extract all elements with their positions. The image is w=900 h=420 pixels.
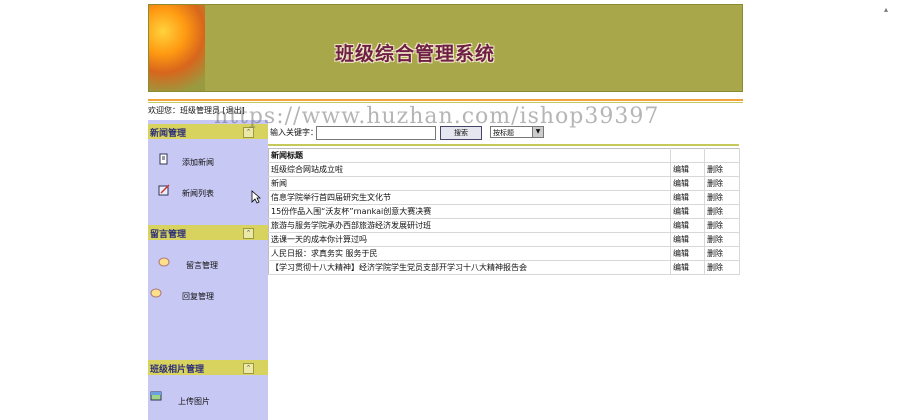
sidebar-item-upload-picture[interactable]: 上传图片 <box>148 390 268 406</box>
divider <box>268 144 739 146</box>
page-add-icon <box>159 153 168 165</box>
edit-link[interactable]: 编辑 <box>670 218 705 233</box>
sidebar-item-messages[interactable]: 留言管理 <box>148 256 268 272</box>
select-value: 按标题 <box>493 129 514 137</box>
table-row: 15份作品入围“沃友杯”rnankai创意大赛决赛 编辑 删除 <box>268 204 740 219</box>
section-title: 留言管理 <box>150 230 187 240</box>
delete-link[interactable]: 删除 <box>704 260 740 275</box>
system-title: 班级综合管理系统 <box>335 43 496 65</box>
news-title-link[interactable]: 人民日报：求真务实 服务于民 <box>268 246 671 261</box>
edit-link[interactable]: 编辑 <box>670 232 705 247</box>
news-title-link[interactable]: 选课一天的成本你计算过吗 <box>268 232 671 247</box>
news-title-link[interactable]: 15份作品入围“沃友杯”rnankai创意大赛决赛 <box>268 204 671 219</box>
delete-link[interactable]: 删除 <box>704 246 740 261</box>
sidebar-item-label: 新闻列表 <box>182 189 214 198</box>
header-banner: 班级综合管理系统 <box>148 4 743 92</box>
maple-leaves-image <box>149 5 205 91</box>
accent-stripe <box>148 99 743 101</box>
cursor-icon <box>251 190 261 204</box>
delete-link[interactable]: 删除 <box>704 176 740 191</box>
column-header-edit <box>670 148 705 163</box>
divider <box>148 102 743 103</box>
edit-list-icon <box>158 184 170 196</box>
search-button-label: 搜索 <box>454 129 468 137</box>
picture-upload-icon <box>150 391 162 401</box>
news-title-link[interactable]: 班级综合网站成立啦 <box>268 162 671 177</box>
message-icon <box>158 257 170 267</box>
collapse-icon[interactable]: ⌃ <box>243 363 254 374</box>
table-row: 信息学院举行首四届研究生文化节 编辑 删除 <box>268 190 740 205</box>
section-photos[interactable]: 班级相片管理 ⌃ <box>148 360 268 375</box>
section-title: 班级相片管理 <box>150 365 205 375</box>
table-row: 人民日报：求真务实 服务于民 编辑 删除 <box>268 246 740 261</box>
section-messages[interactable]: 留言管理 ⌃ <box>148 225 268 240</box>
reply-icon <box>150 288 162 298</box>
delete-link[interactable]: 删除 <box>704 162 740 177</box>
news-title-link[interactable]: 新闻 <box>268 176 671 191</box>
delete-link[interactable]: 删除 <box>704 190 740 205</box>
section-title: 新闻管理 <box>150 129 187 139</box>
sidebar: 新闻管理 ⌃ 添加新闻 新闻列表 留言管理 ⌃ 留言管理 回复管理 班级相片管理… <box>148 120 268 420</box>
sidebar-item-label: 留言管理 <box>186 261 218 270</box>
table-row: 【学习贯彻十八大精神】经济学院学生党员支部开学习十八大精神报告会 编辑 删除 <box>268 260 740 275</box>
sidebar-item-news-list[interactable]: 新闻列表 <box>148 184 268 200</box>
column-header-title: 新闻标题 <box>268 148 671 163</box>
edit-link[interactable]: 编辑 <box>670 246 705 261</box>
edit-link[interactable]: 编辑 <box>670 162 705 177</box>
delete-link[interactable]: 删除 <box>704 218 740 233</box>
sidebar-item-label: 添加新闻 <box>182 158 214 167</box>
table-row: 班级综合网站成立啦 编辑 删除 <box>268 162 740 177</box>
edit-link[interactable]: 编辑 <box>670 260 705 275</box>
sidebar-item-add-news[interactable]: 添加新闻 <box>148 153 268 169</box>
collapse-icon[interactable]: ⌃ <box>243 228 254 239</box>
sidebar-item-replies[interactable]: 回复管理 <box>148 287 268 303</box>
sidebar-item-label: 回复管理 <box>182 292 214 301</box>
edit-link[interactable]: 编辑 <box>670 204 705 219</box>
column-header-delete <box>704 148 740 163</box>
news-table: 新闻标题 班级综合网站成立啦 编辑 删除 新闻 编辑 删除 信息学院举行首四届研究生文化节编… <box>268 148 740 275</box>
table-row: 选课一天的成本你计算过吗 编辑 删除 <box>268 232 740 247</box>
table-row: 新闻 编辑 删除 <box>268 176 740 191</box>
table-row: 旅游与服务学院承办西部旅游经济发展研讨班 编辑 删除 <box>268 218 740 233</box>
edit-link[interactable]: 编辑 <box>670 176 705 191</box>
watermark: https://www.huzhan.com/ishop39397 <box>214 104 660 129</box>
sidebar-item-label: 上传图片 <box>178 397 210 406</box>
edit-link[interactable]: 编辑 <box>670 190 705 205</box>
scroll-up-icon[interactable]: ▴ <box>884 5 894 15</box>
page-frame: 班级综合管理系统 欢迎您：班级管理员 [退出] 新闻管理 ⌃ 添加新闻 新闻列表… <box>148 4 743 420</box>
news-title-link[interactable]: 信息学院举行首四届研究生文化节 <box>268 190 671 205</box>
welcome-text: 欢迎您：班级管理员 <box>148 106 220 115</box>
delete-link[interactable]: 删除 <box>704 204 740 219</box>
main-content: 输入关键字： 搜索 按标题 ▼ 新闻标题 班级综合网站成立啦 编辑 删除 新闻 编辑 删除… <box>268 120 743 420</box>
news-title-link[interactable]: 【学习贯彻十八大精神】经济学院学生党员支部开学习十八大精神报告会 <box>268 260 671 275</box>
delete-link[interactable]: 删除 <box>704 232 740 247</box>
table-header-row: 新闻标题 <box>268 148 740 163</box>
news-title-link[interactable]: 旅游与服务学院承办西部旅游经济发展研讨班 <box>268 218 671 233</box>
